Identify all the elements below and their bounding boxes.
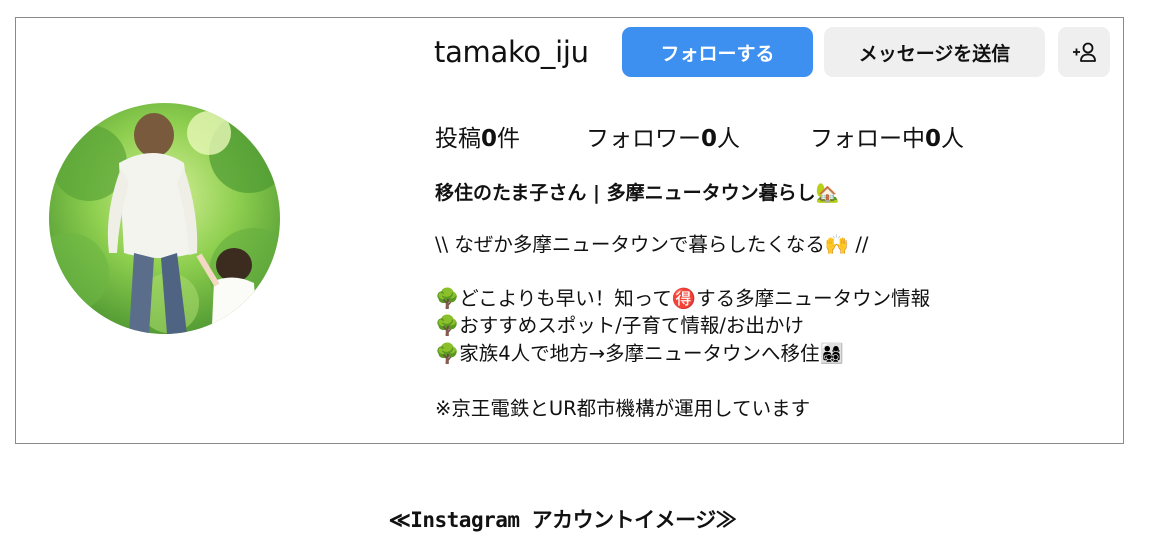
bio-line-2: 🌳おすすめスポット/子育て情報/お出かけ <box>435 314 804 337</box>
following-stat[interactable]: フォロー中0人 <box>810 119 964 153</box>
image-caption: ≪Instagram アカウントイメージ≫ <box>388 508 737 532</box>
add-user-icon <box>1073 42 1096 62</box>
posts-label: 投稿 <box>435 126 481 152</box>
bio-tagline: \\ なぜか多摩ニュータウンで暮らしたくなる🙌 // <box>435 233 869 256</box>
posts-unit: 件 <box>497 126 521 152</box>
avatar-photo <box>49 103 280 334</box>
followers-count: 0 <box>701 126 718 152</box>
bio-line-3: 🌳家族4人で地方→多摩ニュータウンへ移住👨‍👩‍👧‍👦 <box>435 342 844 365</box>
followers-unit: 人 <box>717 126 741 152</box>
followers-stat[interactable]: フォロワー0人 <box>586 119 740 153</box>
bio-note: ※京王電鉄とUR都市機構が運用しています <box>435 397 811 420</box>
bio-line-1: 🌳どこよりも早い！知って🉐する多摩ニュータウン情報 <box>435 287 931 310</box>
follow-button[interactable]: フォローする <box>622 27 813 77</box>
add-user-button[interactable] <box>1058 27 1110 77</box>
avatar[interactable] <box>49 103 280 334</box>
followers-label: フォロワー <box>586 126 701 152</box>
message-button[interactable]: メッセージを送信 <box>824 27 1045 77</box>
posts-count: 0 <box>481 126 498 152</box>
following-count: 0 <box>925 126 942 152</box>
username: tamako_iju <box>434 35 589 69</box>
following-label: フォロー中 <box>810 126 925 152</box>
following-unit: 人 <box>941 126 965 152</box>
posts-stat[interactable]: 投稿0件 <box>435 119 520 153</box>
bio-name: 移住のたま子さん | 多摩ニュータウン暮らし🏡 <box>435 182 840 204</box>
